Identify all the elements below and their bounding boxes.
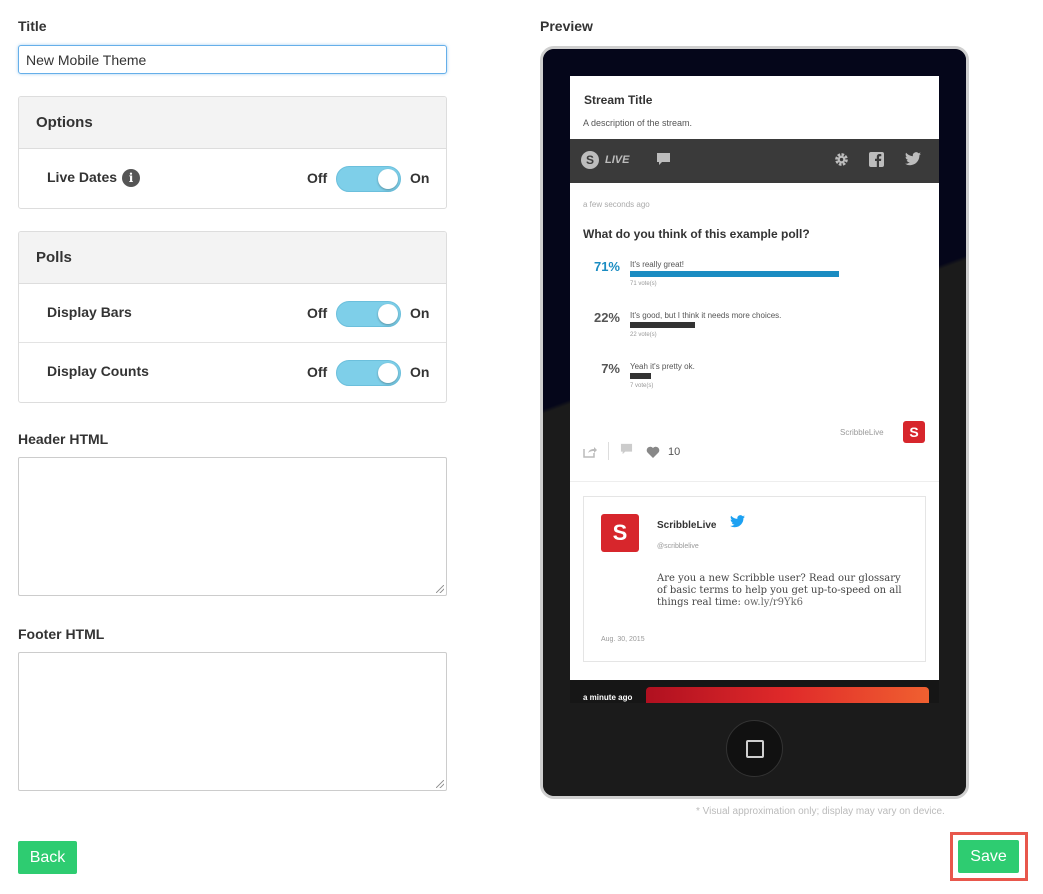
- poll-option-label: It's really great!: [630, 260, 684, 269]
- tweet-author: ScribbleLive: [657, 520, 717, 531]
- options-panel: Options Live Dates i Off On: [18, 96, 447, 209]
- back-button[interactable]: Back: [18, 841, 77, 874]
- poll-percent: 7%: [601, 361, 620, 376]
- scribble-logo-icon: S: [581, 151, 599, 169]
- display-counts-off-label: Off: [307, 364, 328, 380]
- polls-panel: Polls Display Bars Off On Display Counts…: [18, 231, 447, 403]
- title-label: Title: [18, 18, 47, 34]
- poll-vote-count: 22 vote(s): [630, 332, 657, 338]
- toggle-knob: [378, 363, 398, 383]
- toggle-knob: [378, 169, 398, 189]
- post-time: a few seconds ago: [583, 200, 650, 209]
- live-dates-toggle[interactable]: [336, 166, 401, 192]
- tweet-text: Are you a new Scribble user? Read our gl…: [657, 573, 912, 609]
- scribble-avatar: S: [601, 514, 639, 552]
- live-dates-on-label: On: [410, 170, 430, 186]
- poll-percent: 22%: [593, 310, 620, 325]
- toggle-knob: [378, 304, 398, 324]
- header-html-label: Header HTML: [18, 431, 109, 447]
- divider: [608, 442, 609, 460]
- info-icon[interactable]: i: [122, 169, 140, 187]
- poll-bar: [630, 373, 651, 379]
- display-counts-toggle[interactable]: [336, 360, 401, 386]
- gear-icon: [834, 152, 849, 170]
- poll-bar: [630, 271, 839, 277]
- twitter-bird-icon: [730, 515, 745, 531]
- header-html-textarea[interactable]: [18, 457, 447, 596]
- tweet-card: S ScribbleLive @scribblelive Are you a n…: [583, 496, 926, 662]
- share-icon[interactable]: [583, 445, 597, 461]
- footer-html-label: Footer HTML: [18, 626, 105, 642]
- facebook-icon: [869, 152, 884, 170]
- display-counts-label: Display Counts: [47, 363, 149, 379]
- phone-preview: Stream Title A description of the stream…: [540, 46, 969, 799]
- display-bars-toggle[interactable]: [336, 301, 401, 327]
- poll-bar: [630, 322, 695, 328]
- home-button: [726, 720, 783, 777]
- disclaimer: * Visual approximation only; display may…: [696, 806, 945, 817]
- comment-icon[interactable]: [620, 443, 633, 458]
- resize-handle[interactable]: [436, 780, 444, 788]
- live-dates-row: Live Dates i Off On: [19, 149, 446, 208]
- like-count: 10: [668, 446, 681, 458]
- stream-toolbar: S LIVE: [570, 139, 939, 183]
- phone-screen: Stream Title A description of the stream…: [570, 76, 939, 703]
- heart-icon[interactable]: [646, 446, 660, 461]
- footer-html-textarea[interactable]: [18, 652, 447, 791]
- display-counts-on-label: On: [410, 364, 430, 380]
- poll-vote-count: 7 vote(s): [630, 383, 654, 389]
- live-label: LIVE: [605, 154, 630, 166]
- post-source: ScribbleLive: [840, 428, 884, 437]
- tweet-date: Aug. 30, 2015: [601, 636, 645, 643]
- stream-description: A description of the stream.: [583, 118, 693, 128]
- title-input[interactable]: [18, 45, 447, 74]
- next-post-time: a minute ago: [583, 693, 633, 702]
- live-dates-label: Live Dates: [47, 169, 118, 185]
- display-bars-label: Display Bars: [47, 304, 132, 320]
- options-heading: Options: [19, 97, 446, 149]
- tweet-handle: @scribblelive: [657, 543, 699, 550]
- poll-vote-count: 71 vote(s): [630, 281, 657, 287]
- tweet-link[interactable]: ow.ly/r9Yk6: [744, 597, 803, 608]
- display-bars-on-label: On: [410, 305, 430, 321]
- display-bars-row: Display Bars Off On: [19, 284, 446, 343]
- poll-question: What do you think of this example poll?: [583, 227, 810, 241]
- resize-handle[interactable]: [436, 585, 444, 593]
- poll-option-label: It's good, but I think it needs more cho…: [630, 311, 782, 320]
- poll-percent: 71%: [593, 259, 620, 274]
- preview-label: Preview: [540, 18, 593, 34]
- next-post-image: [646, 687, 929, 703]
- save-button[interactable]: Save: [958, 840, 1019, 873]
- display-counts-row: Display Counts Off On: [19, 343, 446, 402]
- live-dates-off-label: Off: [307, 170, 328, 186]
- poll-option-label: Yeah it's pretty ok.: [630, 362, 695, 371]
- display-bars-off-label: Off: [307, 305, 328, 321]
- scribble-logo-icon: S: [903, 421, 925, 443]
- divider: [570, 481, 939, 482]
- stream-title: Stream Title: [584, 93, 653, 107]
- polls-heading: Polls: [19, 232, 446, 284]
- home-square-icon: [746, 740, 764, 758]
- comment-icon: [656, 152, 671, 169]
- next-post: a minute ago: [570, 680, 939, 703]
- twitter-icon: [905, 152, 921, 169]
